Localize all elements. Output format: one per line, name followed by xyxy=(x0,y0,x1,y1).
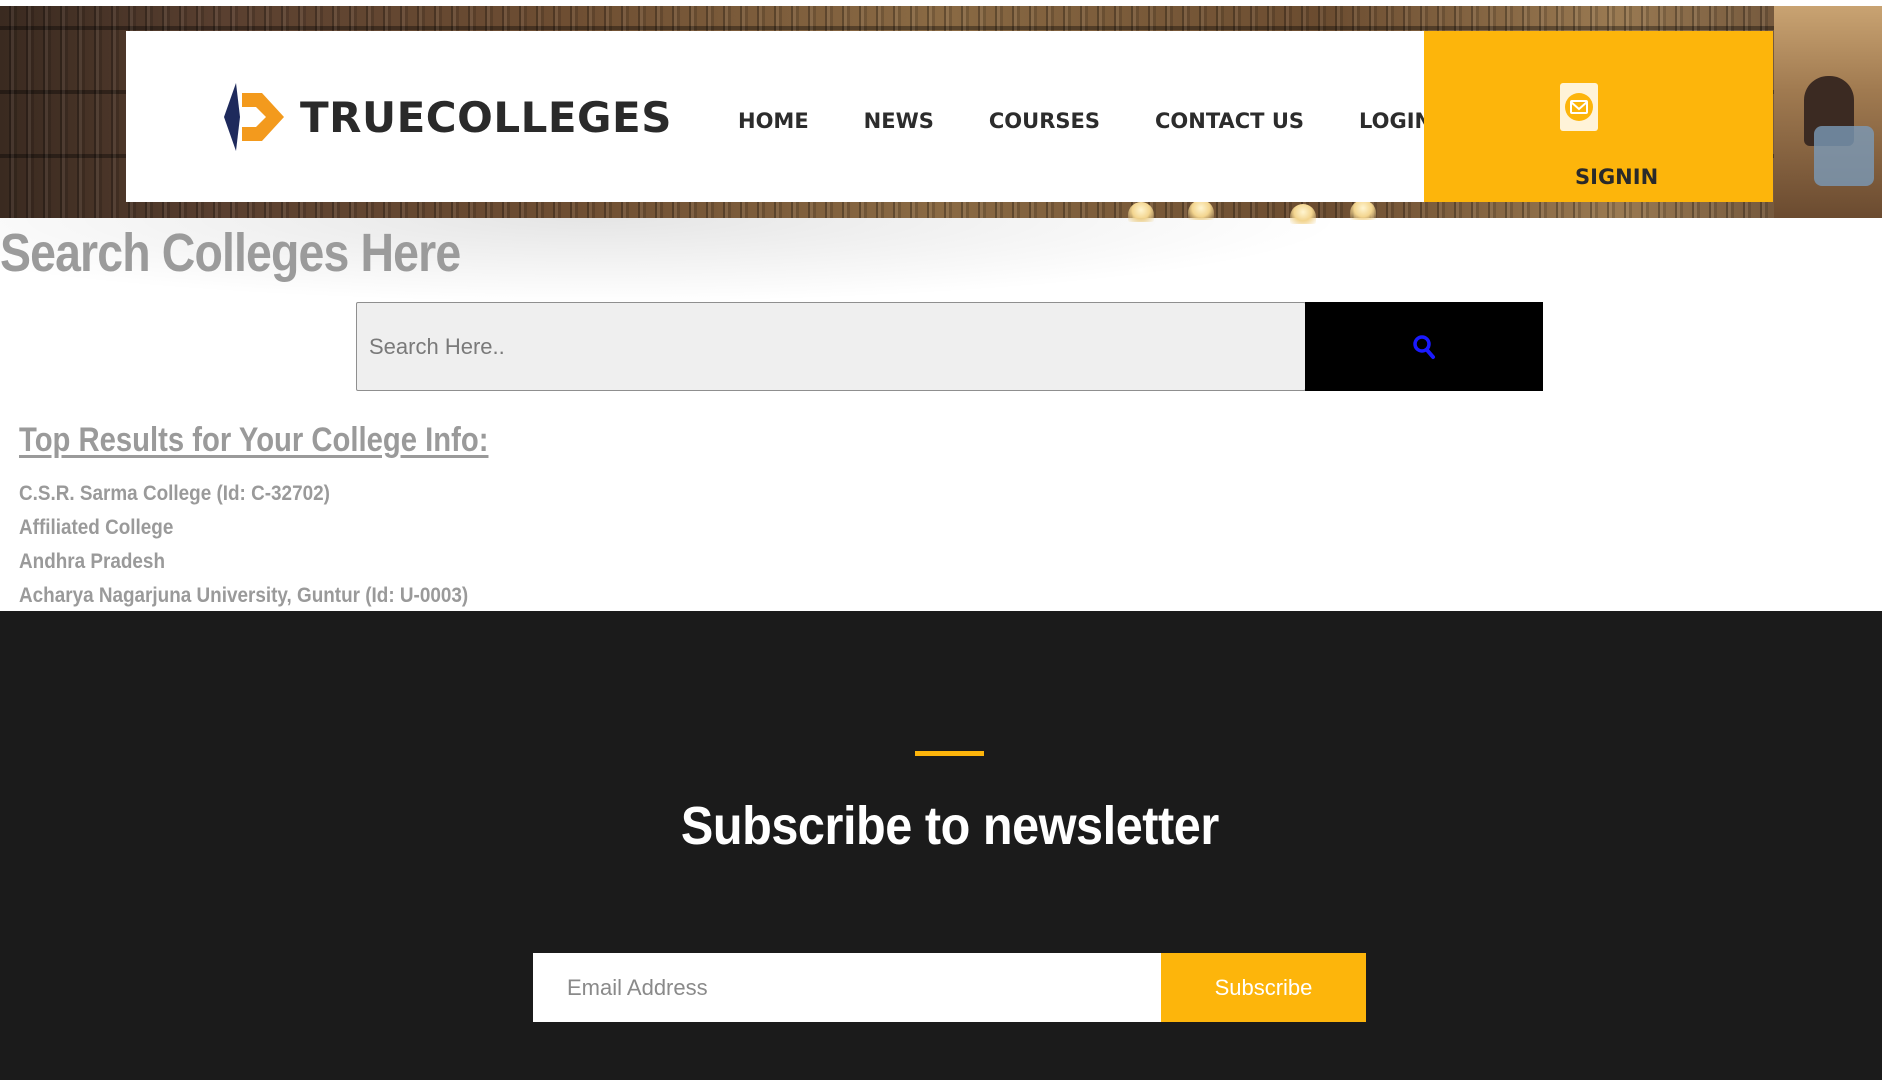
result-college-name: C.S.R. Sarma College (Id: C-32702) xyxy=(19,482,330,505)
nav-contact-us[interactable]: CONTACT US xyxy=(1155,109,1304,133)
newsletter-section: Subscribe to newsletter Subscribe xyxy=(0,611,1882,1080)
envelope-icon xyxy=(1560,83,1598,131)
signin-label: SIGNIN xyxy=(1575,165,1659,189)
search-icon xyxy=(1413,334,1435,359)
newsletter-title: Subscribe to newsletter xyxy=(0,795,1882,857)
site-logo[interactable]: TRUECOLLEGES xyxy=(222,81,672,153)
nav-home[interactable]: HOME xyxy=(738,109,809,133)
nav-news[interactable]: NEWS xyxy=(864,109,934,133)
lamp-decoration xyxy=(1350,200,1376,220)
search-input[interactable] xyxy=(356,302,1306,391)
student-photo xyxy=(1774,6,1882,218)
logo-icon xyxy=(224,83,284,151)
lamp-decoration xyxy=(1188,200,1214,220)
result-state: Andhra Pradesh xyxy=(19,550,165,573)
main-nav: HOME NEWS COURSES CONTACT US LOGIN xyxy=(738,109,1432,133)
result-college-type: Affiliated College xyxy=(19,516,174,539)
search-button[interactable] xyxy=(1305,302,1543,391)
navbar: TRUECOLLEGES HOME NEWS COURSES CONTACT U… xyxy=(126,31,1432,202)
laptop-figure xyxy=(1814,126,1874,186)
result-university: Acharya Nagarjuna University, Guntur (Id… xyxy=(19,584,469,607)
top-border xyxy=(0,0,1882,6)
logo-text: TRUECOLLEGES xyxy=(300,92,672,142)
subscribe-button[interactable]: Subscribe xyxy=(1161,953,1366,1022)
newsletter-title-text: Subscribe to newsletter xyxy=(681,796,1219,856)
email-field[interactable] xyxy=(533,953,1161,1022)
nav-courses[interactable]: COURSES xyxy=(989,109,1100,133)
page-title: Search Colleges Here xyxy=(0,223,461,283)
results-heading: Top Results for Your College Info: xyxy=(19,421,489,459)
nav-login[interactable]: LOGIN xyxy=(1359,109,1432,133)
accent-divider xyxy=(915,751,984,756)
signin-button[interactable]: SIGNIN xyxy=(1424,31,1773,202)
results-list: C.S.R. Sarma College (Id: C-32702) Affil… xyxy=(19,477,518,613)
